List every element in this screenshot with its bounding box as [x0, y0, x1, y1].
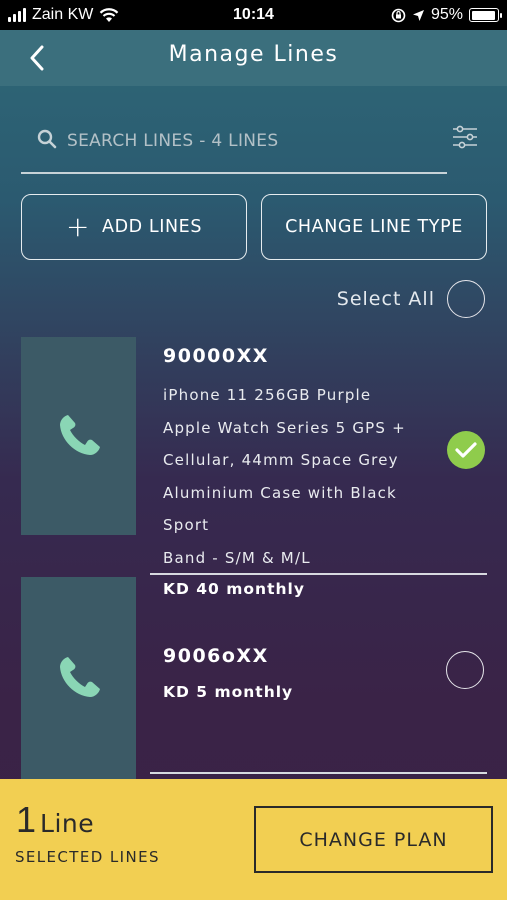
battery-icon — [469, 8, 502, 22]
description-line: Band - S/M & M/L — [163, 548, 311, 567]
divider — [150, 573, 487, 575]
select-all-checkbox[interactable] — [447, 280, 485, 318]
location-arrow-icon — [412, 9, 424, 21]
select-all-label: Select All — [336, 288, 435, 310]
line-card[interactable]: 9006oXX KD 5 monthly — [21, 577, 487, 779]
add-lines-label: ADD LINES — [102, 217, 203, 237]
header: Manage Lines — [0, 30, 507, 86]
line-thumbnail — [21, 337, 136, 535]
phone-icon — [59, 415, 100, 455]
selected-count-unit: Line — [40, 809, 95, 838]
status-bar: Zain KW 10:14 95% — [0, 0, 507, 30]
line-thumbnail — [21, 577, 136, 779]
plus-icon: + — [65, 210, 90, 243]
selected-count-number: 1 — [16, 799, 37, 840]
filter-sliders-icon[interactable] — [452, 124, 478, 150]
checkmark-icon — [455, 442, 477, 458]
change-plan-label: CHANGE PLAN — [299, 828, 448, 851]
search-input[interactable] — [67, 126, 437, 156]
battery-percent: 95% — [430, 6, 463, 23]
description-line: Cellular, 44mm Space Grey — [163, 451, 399, 469]
line-details: 9006oXX KD 5 monthly — [163, 637, 443, 707]
selected-lines-label: SELECTED LINES — [15, 848, 160, 866]
search-bar — [21, 120, 447, 174]
line-number: 9006oXX — [163, 645, 269, 667]
line-card[interactable]: 90000XX iPhone 11 256GB Purple Apple Wat… — [21, 337, 487, 598]
line-description: iPhone 11 256GB Purple Apple Watch Serie… — [163, 379, 443, 574]
select-all[interactable]: Select All — [337, 280, 485, 318]
change-line-type-label: CHANGE LINE TYPE — [285, 217, 463, 237]
page-title: Manage Lines — [168, 42, 339, 67]
line-details: 90000XX iPhone 11 256GB Purple Apple Wat… — [163, 337, 443, 604]
phone-icon — [59, 657, 100, 697]
line-selected-checkbox[interactable] — [447, 431, 485, 469]
change-line-type-button[interactable]: CHANGE LINE TYPE — [261, 194, 487, 260]
add-lines-button[interactable]: + ADD LINES — [21, 194, 247, 260]
description-line: Apple Watch Series 5 GPS + — [163, 418, 406, 437]
selected-count: 1 Line — [16, 799, 94, 841]
description-line: Aluminium Case with Black Sport — [163, 483, 397, 535]
change-plan-button[interactable]: CHANGE PLAN — [254, 806, 493, 873]
status-right: 95% — [391, 6, 502, 24]
line-price: KD 5 monthly — [163, 683, 294, 701]
line-number: 90000XX — [163, 345, 269, 367]
screen-rotation-lock-icon — [391, 8, 406, 22]
search-icon — [37, 129, 57, 149]
description-line: iPhone 11 256GB Purple — [163, 386, 372, 404]
divider — [150, 772, 487, 774]
line-selected-checkbox[interactable] — [446, 651, 484, 689]
